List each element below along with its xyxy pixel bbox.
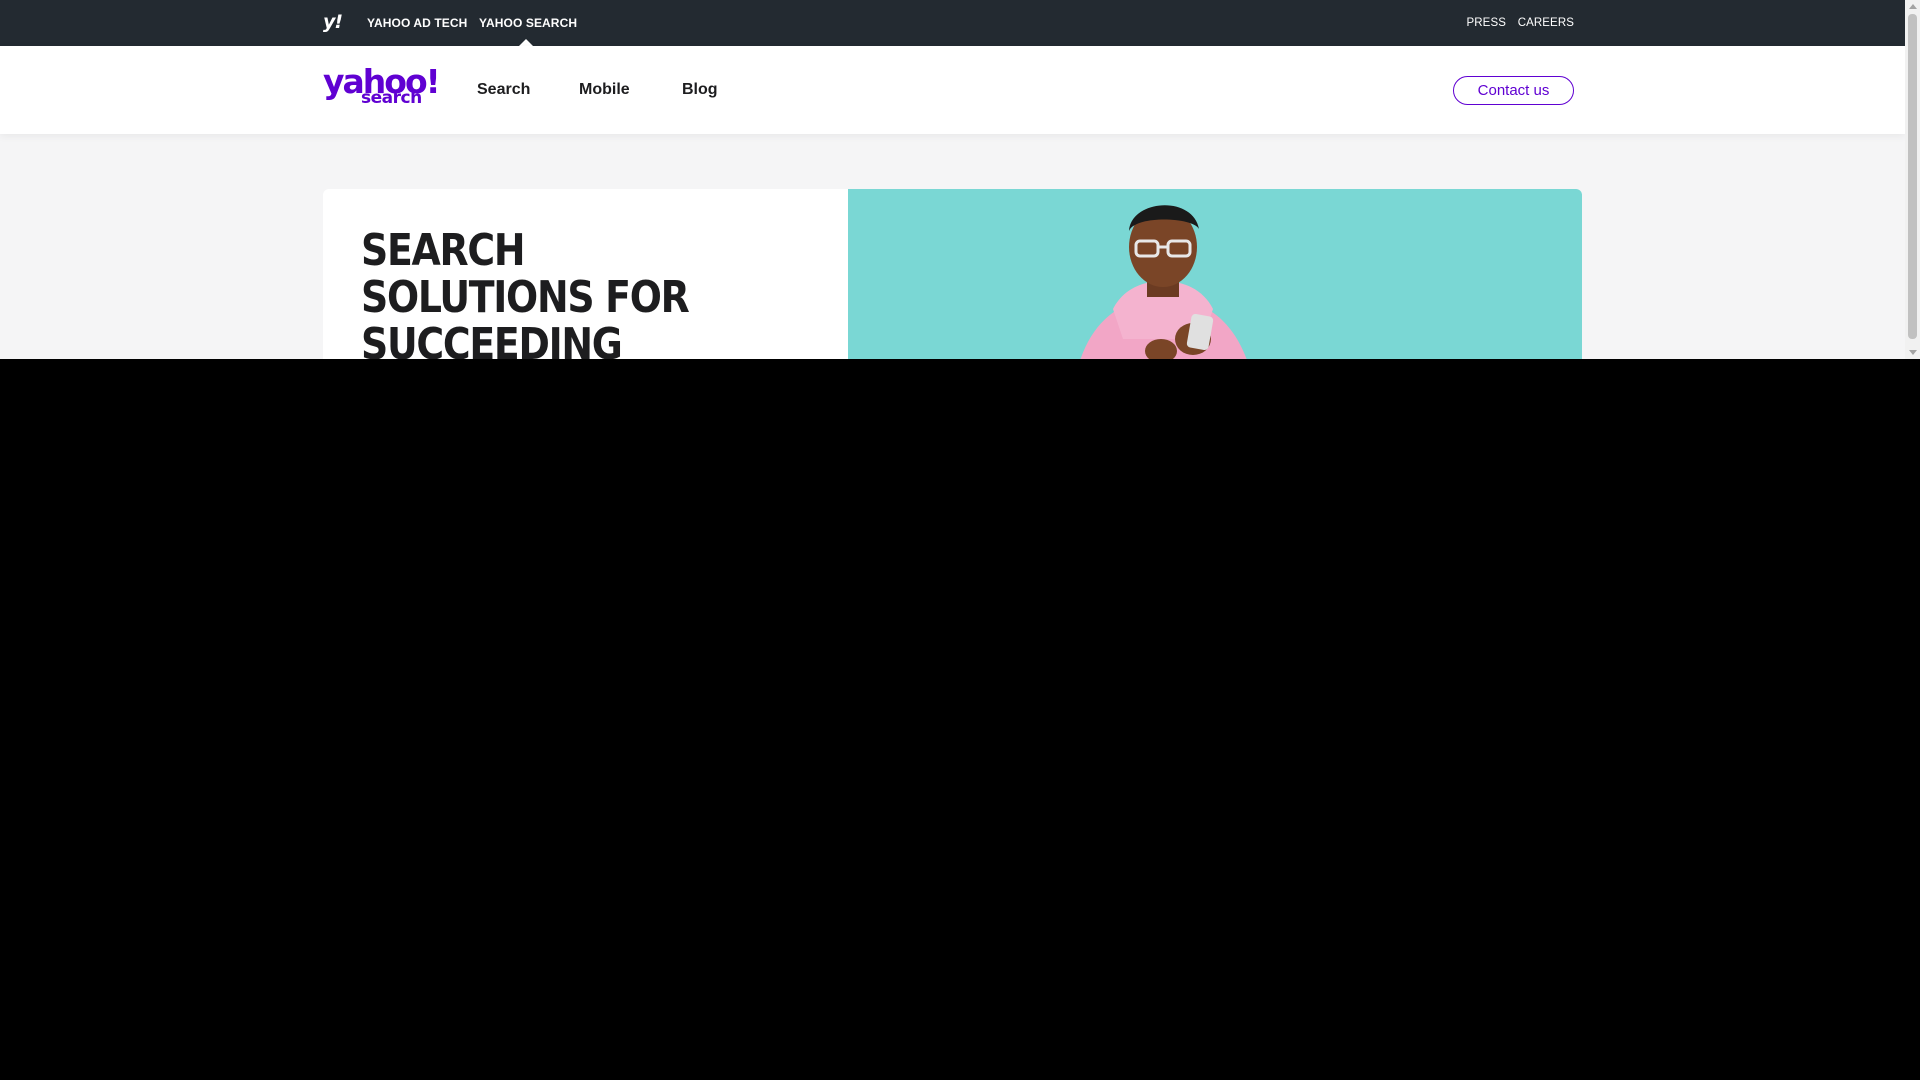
browser-viewport: y! YAHOO AD TECH YAHOO SEARCH PRESS CARE… <box>0 0 1920 359</box>
logo-subtext: search <box>361 88 422 108</box>
scroll-up-arrow-icon[interactable] <box>1909 4 1917 9</box>
yahoo-search-logo[interactable]: yahoo! search <box>323 62 441 112</box>
press-link[interactable]: PRESS <box>1467 0 1507 46</box>
scroll-down-arrow-icon[interactable] <box>1909 350 1917 355</box>
contact-us-button[interactable]: Contact us <box>1453 76 1574 105</box>
main-navigation: yahoo! search Search Mobile Blog Contact… <box>0 46 1905 134</box>
hero-photo <box>848 189 1582 359</box>
person-with-phone-illustration <box>1080 205 1247 359</box>
yahoo-ad-tech-link[interactable]: YAHOO AD TECH <box>367 0 467 46</box>
yahoo-search-link[interactable]: YAHOO SEARCH <box>479 0 577 46</box>
top-utility-bar: y! YAHOO AD TECH YAHOO SEARCH PRESS CARE… <box>0 0 1905 46</box>
careers-link[interactable]: CAREERS <box>1518 0 1574 46</box>
hero-headline: SEARCH SOLUTIONS FOR SUCCEEDING TOGETHER <box>361 225 690 359</box>
nav-item-blog[interactable]: Blog <box>682 46 718 134</box>
yahoo-y-logo-icon[interactable]: y! <box>323 11 345 33</box>
nav-item-mobile[interactable]: Mobile <box>579 46 630 134</box>
vertical-scrollbar[interactable] <box>1905 0 1920 359</box>
yahoo-search-link-label: YAHOO SEARCH <box>479 16 578 30</box>
active-indicator-caret-icon <box>519 39 533 46</box>
hero-card: SEARCH SOLUTIONS FOR SUCCEEDING TOGETHER <box>323 189 1582 359</box>
nav-item-search[interactable]: Search <box>477 46 530 134</box>
scrollbar-thumb[interactable] <box>1908 14 1917 339</box>
